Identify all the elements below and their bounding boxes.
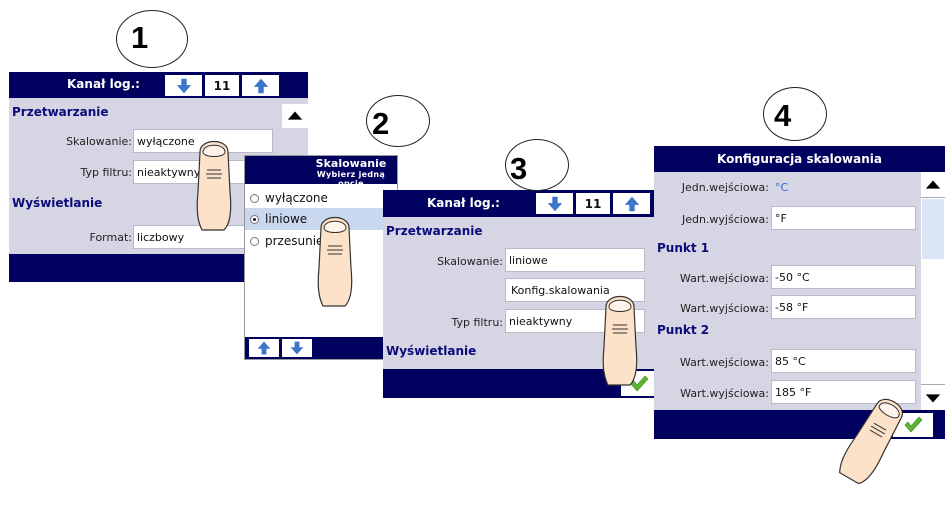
scaling-field[interactable]: liniowe (505, 248, 645, 272)
option-label: wyłączone (265, 191, 328, 205)
list-up-button[interactable] (249, 339, 279, 357)
scrollbar[interactable] (921, 172, 945, 410)
filter-type-label: Typ filtru: (451, 316, 504, 329)
filter-type-label: Typ filtru: (80, 166, 133, 179)
radio-icon (250, 236, 259, 246)
arrow-up-icon (256, 340, 272, 356)
pointing-finger-icon (315, 205, 355, 311)
pointing-finger-icon (194, 130, 234, 234)
dialog-footer (245, 337, 397, 359)
option-label: liniowe (265, 212, 308, 226)
input-unit-value: °C (775, 181, 789, 194)
step-4-badge: 4 (763, 87, 827, 141)
dialog-subtitle: Wybierz jedną opcję (316, 170, 386, 188)
format-label: Format: (89, 231, 132, 244)
arrow-up-icon (623, 195, 641, 213)
step-number: 2 (372, 106, 390, 141)
step-number: 1 (131, 20, 149, 55)
dialog-header: Skalowanie Wybierz jedną opcję (245, 156, 397, 188)
channel-number: 11 (205, 75, 239, 96)
step-number: 4 (774, 98, 792, 133)
scaling-label: Skalowanie: (437, 255, 503, 268)
point-2-input-field[interactable]: 85 °C (771, 349, 916, 373)
step-number: 3 (510, 151, 528, 186)
section-processing: Przetwarzanie (386, 224, 483, 238)
dialog-title: Konfiguracja skalowania (717, 152, 882, 166)
arrow-up-icon (252, 77, 270, 95)
scroll-thumb[interactable] (922, 199, 944, 259)
output-unit-label: Jedn.wyjściowa: (681, 213, 769, 226)
section-processing: Przetwarzanie (12, 105, 109, 119)
input-unit-label: Jedn.wejściowa: (681, 181, 769, 194)
point-1-input-label: Wart.wejściowa: (679, 272, 769, 285)
channel-number: 11 (576, 193, 610, 214)
dialog-title: Skalowanie (315, 157, 387, 170)
list-down-button[interactable] (282, 339, 312, 357)
output-unit-field[interactable]: °F (771, 206, 916, 230)
channel-down-button[interactable] (165, 75, 202, 96)
step-3-badge: 3 (505, 139, 569, 191)
point-2-title: Punkt 2 (657, 323, 710, 337)
header-label: Kanał log.: (427, 196, 500, 210)
point-1-output-field[interactable]: -58 °F (771, 295, 916, 319)
header-bar: Kanał log.: 11 (9, 72, 308, 98)
header-label: Kanał log.: (67, 77, 140, 91)
scroll-up-icon (924, 176, 942, 194)
arrow-down-icon (546, 195, 564, 213)
point-1-title: Punkt 1 (657, 241, 710, 255)
scroll-up-button[interactable] (282, 104, 308, 128)
scroll-up-icon (286, 107, 304, 125)
scroll-up-button[interactable] (921, 172, 945, 198)
scaling-label: Skalowanie: (66, 135, 132, 148)
point-2-input-label: Wart.wejściowa: (679, 356, 769, 369)
radio-icon (250, 193, 259, 203)
scroll-down-button[interactable] (921, 384, 945, 410)
step-1-badge: 1 (116, 10, 188, 68)
channel-up-button[interactable] (242, 75, 279, 96)
header-bar: Konfiguracja skalowania (654, 146, 945, 172)
radio-selected-icon (250, 214, 259, 224)
arrow-down-icon (175, 77, 193, 95)
point-2-output-label: Wart.wyjściowa: (680, 387, 769, 400)
channel-up-button[interactable] (613, 193, 650, 214)
arrow-down-icon (289, 340, 305, 356)
section-display: Wyświetlanie (386, 344, 477, 358)
pointing-finger-icon (600, 285, 640, 389)
header-bar: Kanał log.: 11 (383, 190, 657, 217)
section-display: Wyświetlanie (12, 196, 103, 210)
point-1-output-label: Wart.wyjściowa: (680, 302, 769, 315)
step-2-badge: 2 (366, 95, 430, 147)
channel-down-button[interactable] (536, 193, 573, 214)
point-1-input-field[interactable]: -50 °C (771, 265, 916, 289)
scroll-down-icon (924, 389, 942, 407)
